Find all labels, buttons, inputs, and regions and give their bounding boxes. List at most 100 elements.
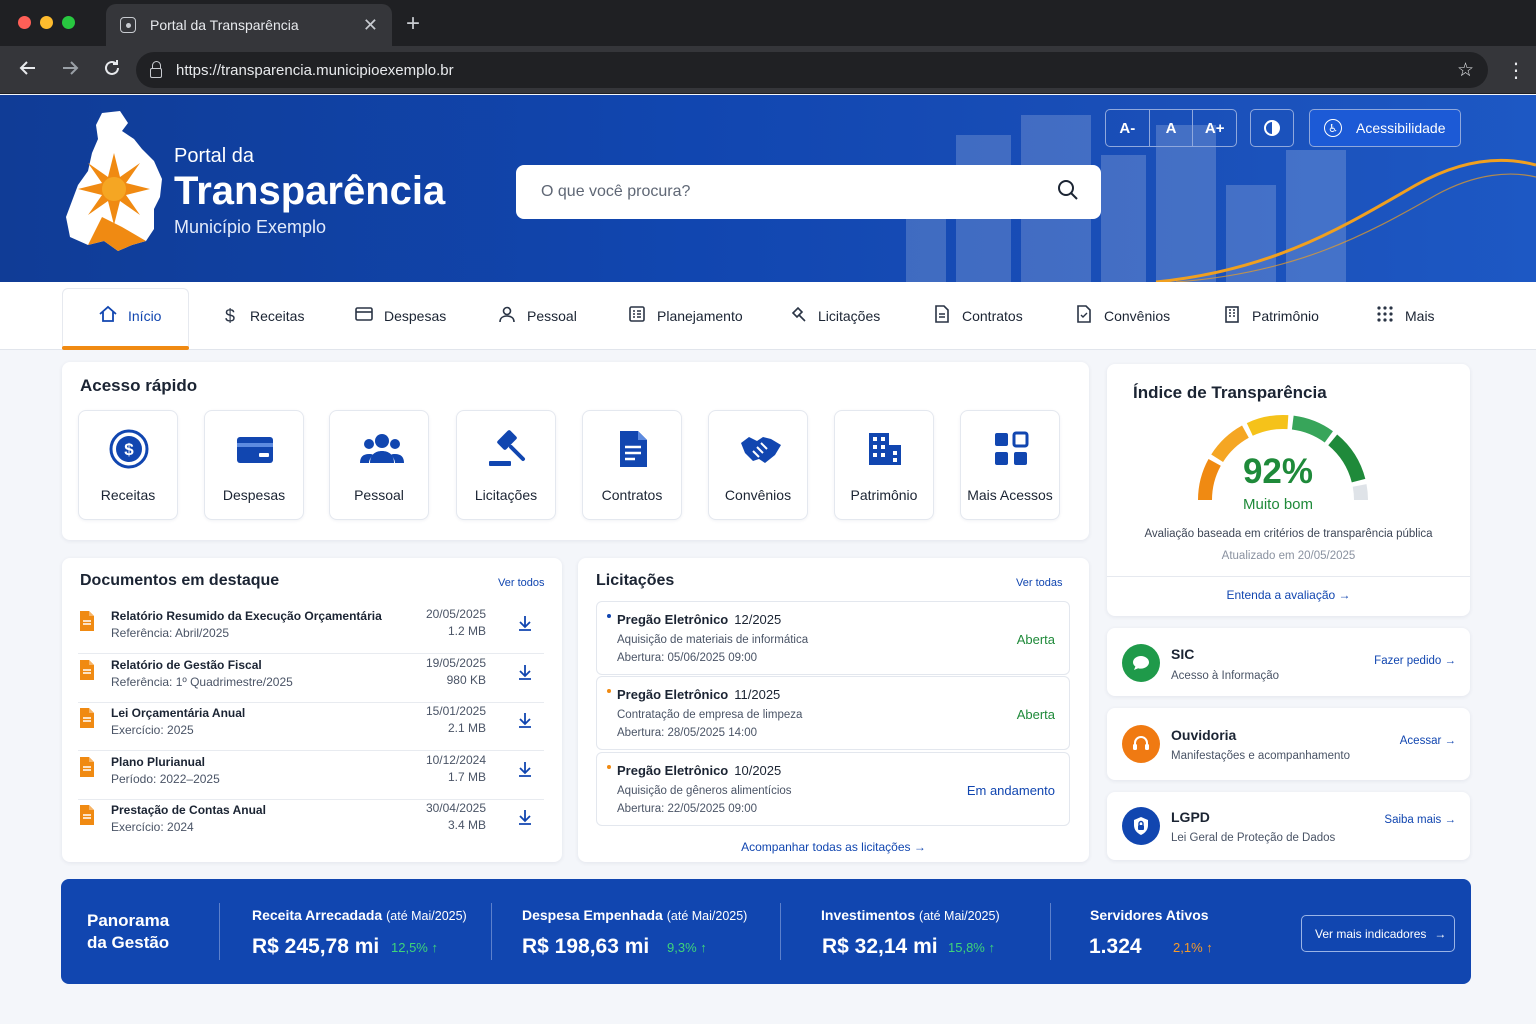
back-icon[interactable]: [18, 58, 38, 84]
arrow-right-icon: →: [910, 840, 926, 854]
nav-item-despesas[interactable]: Despesas: [354, 282, 446, 350]
service-title: LGPD: [1171, 809, 1210, 825]
gauge-segment: [1246, 415, 1289, 436]
biddings-footer-label: Acompanhar todas as licitações: [741, 840, 911, 854]
service-link[interactable]: Saiba mais →: [1384, 814, 1456, 826]
search-input[interactable]: [541, 183, 1057, 201]
document-row[interactable]: Relatório de Gestão Fiscal Referência: 1º…: [78, 655, 544, 703]
shield-lock-icon: [1122, 807, 1160, 845]
biddings-see-all-link[interactable]: Ver todas: [1016, 577, 1062, 589]
nav-item-receitas[interactable]: $ Receitas: [220, 282, 304, 350]
document-row[interactable]: Plano Plurianual Período: 2022–2025 10/12/…: [78, 752, 544, 800]
download-icon[interactable]: [516, 663, 534, 681]
bidding-item[interactable]: Pregão Eletrônico 12/2025 Aquisição de mat…: [596, 601, 1070, 675]
browser-menu-icon[interactable]: ⋮: [1506, 58, 1526, 83]
font-reset-button[interactable]: A: [1150, 110, 1194, 146]
state-map-logo: [66, 111, 162, 251]
nav-item-licitacoes[interactable]: Licitações: [788, 282, 880, 350]
nav-item-contratos[interactable]: Contratos: [932, 282, 1023, 350]
close-tab-icon[interactable]: ✕: [363, 15, 378, 36]
document-row[interactable]: Relatório Resumido da Execução Orçamentá…: [78, 606, 544, 654]
service-sic[interactable]: SIC Acesso à Informação Fazer pedido →: [1107, 628, 1470, 696]
documents-see-all-link[interactable]: Ver todos: [498, 577, 544, 589]
metric-period: (até Mai/2025): [386, 909, 467, 923]
service-link[interactable]: Acessar →: [1400, 735, 1456, 747]
file-icon: [80, 611, 94, 631]
metric-value: R$ 32,14 mi: [822, 935, 938, 958]
download-icon[interactable]: [516, 711, 534, 729]
bidding-item[interactable]: Pregão Eletrônico 10/2025 Aquisição de gên…: [596, 752, 1070, 826]
download-icon[interactable]: [516, 760, 534, 778]
metric-change-value: 12,5%: [391, 940, 428, 955]
quick-access-licitacoes[interactable]: Licitações: [456, 410, 556, 520]
quick-access-contratos[interactable]: Contratos: [582, 410, 682, 520]
biddings-title: Licitações: [596, 572, 675, 589]
font-decrease-button[interactable]: A-: [1106, 110, 1150, 146]
biddings-footer-link[interactable]: Acompanhar todas as licitações →: [578, 840, 1089, 854]
reload-icon[interactable]: [102, 58, 122, 84]
quick-access-receitas[interactable]: $ Receitas: [78, 410, 178, 520]
maximize-window-button[interactable]: [62, 16, 75, 29]
contrast-button[interactable]: [1250, 109, 1294, 147]
window-controls: [18, 16, 75, 29]
favicon-icon: [120, 17, 136, 33]
new-tab-icon[interactable]: +: [406, 10, 420, 38]
download-icon[interactable]: [516, 614, 534, 632]
transparency-index-title: Índice de Transparência: [1133, 383, 1327, 402]
transparency-link[interactable]: Entenda a avaliação →: [1107, 588, 1470, 602]
people-group-icon: [360, 434, 404, 463]
metric-change: 12,5% ↑: [391, 940, 438, 955]
divider: [780, 903, 781, 960]
quick-access-title: Acesso rápido: [80, 376, 198, 395]
document-row[interactable]: Lei Orçamentária Anual Exercício: 2025 15/…: [78, 703, 544, 751]
quick-access-patrimonio[interactable]: Patrimônio: [834, 410, 934, 520]
document-title: Relatório de Gestão Fiscal: [111, 657, 262, 672]
building-icon: [869, 433, 901, 465]
nav-item-convenios[interactable]: Convênios: [1074, 282, 1170, 350]
service-lgpd[interactable]: LGPD Lei Geral de Proteção de Dados Saib…: [1107, 792, 1470, 860]
font-size-controls: A- A A+: [1105, 109, 1237, 147]
browser-tab[interactable]: Portal da Transparência ✕: [106, 4, 392, 46]
service-ouvidoria[interactable]: Ouvidoria Manifestações e acompanhamento…: [1107, 708, 1470, 780]
quick-access-mais-acessos[interactable]: Mais Acessos: [960, 410, 1060, 520]
address-bar[interactable]: https://transparencia.municipioexemplo.b…: [136, 52, 1488, 88]
service-link-label: Fazer pedido: [1374, 655, 1442, 667]
nav-item-pessoal[interactable]: Pessoal: [497, 282, 577, 350]
service-subtitle: Acesso à Informação: [1171, 670, 1280, 682]
minimize-window-button[interactable]: [40, 16, 53, 29]
nav-item-planejamento[interactable]: Planejamento: [627, 282, 743, 350]
bidding-number: 12/2025: [734, 612, 782, 627]
document-row[interactable]: Prestação de Contas Anual Exercício: 2024…: [78, 800, 544, 848]
bidding-item[interactable]: Pregão Eletrônico 11/2025 Contratação de e…: [596, 676, 1070, 750]
quick-access-label: Mais Acessos: [967, 487, 1053, 503]
quick-access-pessoal[interactable]: Pessoal: [329, 410, 429, 520]
accessibility-button[interactable]: ♿ Acessibilidade: [1309, 109, 1461, 147]
metric-period: (até Mai/2025): [919, 909, 1000, 923]
quick-access-convenios[interactable]: Convênios: [708, 410, 808, 520]
chat-icon: [1122, 644, 1160, 682]
document-size: 980 KB: [446, 672, 486, 687]
download-icon[interactable]: [516, 808, 534, 826]
more-indicators-button[interactable]: Ver mais indicadores →: [1301, 915, 1455, 952]
nav-label: Patrimônio: [1252, 308, 1319, 324]
browser-tabbar: Portal da Transparência ✕ +: [0, 0, 1536, 46]
forward-icon[interactable]: [60, 58, 80, 84]
font-increase-button[interactable]: A+: [1193, 110, 1236, 146]
bookmark-star-icon[interactable]: ☆: [1457, 59, 1474, 82]
arrow-up-icon: ↑: [696, 940, 707, 955]
transparency-score: 92%: [1242, 452, 1314, 491]
search-icon[interactable]: [1057, 179, 1079, 206]
contrast-icon: [1264, 120, 1280, 136]
nav-label: Contratos: [962, 308, 1023, 324]
document-title: Lei Orçamentária Anual: [111, 706, 246, 720]
service-link[interactable]: Fazer pedido →: [1374, 655, 1456, 667]
bidding-type: Pregão Eletrônico: [617, 612, 729, 627]
bidding-opening: Abertura: 05/06/2025 09:00: [617, 652, 758, 664]
wallet-card-icon: [237, 437, 273, 463]
nav-item-patrimonio[interactable]: Patrimônio: [1222, 282, 1319, 350]
nav-item-inicio[interactable]: Início: [98, 282, 161, 350]
close-window-button[interactable]: [18, 16, 31, 29]
nav-item-mais[interactable]: Mais: [1375, 282, 1435, 350]
arrow-right-icon: →: [1441, 814, 1456, 826]
quick-access-despesas[interactable]: Despesas: [204, 410, 304, 520]
